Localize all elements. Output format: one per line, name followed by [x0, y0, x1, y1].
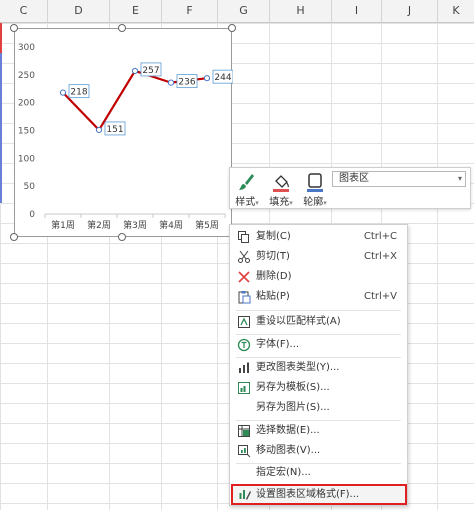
selection-range-edge	[0, 53, 2, 203]
resize-handle-bottom-center[interactable]	[118, 233, 126, 241]
fill-button[interactable]: 填充▾	[266, 170, 296, 208]
data-label: 151	[106, 125, 123, 135]
menu-item-font[interactable]: 字体(F)...	[232, 335, 405, 355]
reset-style-icon	[238, 316, 250, 328]
font-icon	[237, 338, 251, 352]
data-label: 218	[70, 88, 87, 98]
column-header-j[interactable]: J	[382, 0, 438, 22]
delete-x-icon	[238, 271, 250, 283]
y-tick-label: 0	[29, 210, 35, 220]
selection-edge	[0, 23, 2, 53]
save-template-icon	[238, 382, 250, 394]
x-tick-label: 第3周	[123, 219, 147, 231]
chart-element-dropdown[interactable]: 图表区 ▾	[332, 171, 466, 187]
y-tick-label: 150	[18, 127, 35, 137]
menu-item-move-chart[interactable]: 移动图表(V)...	[232, 441, 405, 461]
line-chart[interactable]: 0 50 100 150 200 250 300 第1周 第2周 第3周 第4周 第5周 218 151 2…	[14, 28, 233, 238]
data-point-marker	[131, 67, 139, 75]
column-header-c[interactable]: C	[0, 0, 48, 22]
menu-item-reset-style[interactable]: 重设以匹配样式(A)	[232, 312, 405, 332]
resize-handle-bottom-left[interactable]	[10, 233, 18, 241]
select-data-icon	[238, 425, 250, 437]
y-tick-label: 100	[18, 154, 35, 164]
style-label: 样式	[235, 197, 256, 208]
column-header-g[interactable]: G	[218, 0, 270, 22]
menu-item-change-chart-type[interactable]: 更改图表类型(Y)...	[232, 358, 405, 378]
move-chart-icon	[238, 445, 251, 458]
resize-handle-top-center[interactable]	[118, 24, 126, 32]
data-point-marker	[59, 89, 67, 96]
context-menu: 复制(C) Ctrl+C 剪切(T) Ctrl+X 删除(D) 粘贴(P) Ct…	[229, 224, 408, 506]
menu-item-copy[interactable]: 复制(C) Ctrl+C	[232, 227, 405, 247]
menu-item-select-data[interactable]: 选择数据(E)...	[232, 421, 405, 441]
data-label: 257	[142, 66, 159, 76]
column-header-bar: C D E F G H I J K	[0, 0, 474, 23]
column-header-d[interactable]: D	[48, 0, 110, 22]
menu-item-save-as-template[interactable]: 另存为模板(S)...	[232, 378, 405, 398]
menu-separator	[236, 310, 401, 311]
x-tick-label: 第4周	[159, 219, 183, 231]
y-tick-label: 300	[18, 43, 35, 53]
data-point-marker	[95, 126, 103, 134]
column-header-h[interactable]: H	[270, 0, 332, 22]
brush-icon	[239, 174, 254, 190]
format-area-icon	[239, 490, 251, 500]
x-tick-label: 第1周	[51, 219, 75, 231]
column-header-k[interactable]: K	[438, 0, 474, 22]
resize-handle-top-right[interactable]	[228, 24, 236, 32]
menu-item-assign-macro[interactable]: 指定宏(N)...	[232, 463, 405, 483]
copy-icon	[238, 231, 249, 243]
menu-item-delete[interactable]: 删除(D)	[232, 267, 405, 287]
chart-type-icon	[239, 362, 249, 373]
data-label: 236	[178, 78, 195, 88]
menu-item-format-chart-area[interactable]: 设置图表区域格式(F)...	[231, 484, 407, 505]
data-label: 244	[214, 73, 231, 83]
resize-handle-top-left[interactable]	[10, 24, 18, 32]
chart-plot-area[interactable]: 0 50 100 150 200 250 300 第1周 第2周 第3周 第4周 第5周 218 151 2…	[15, 29, 233, 238]
menu-item-paste[interactable]: 粘贴(P) Ctrl+V	[232, 287, 405, 307]
menu-item-save-as-picture[interactable]: 另存为图片(S)...	[232, 398, 405, 418]
column-header-f[interactable]: F	[162, 0, 218, 22]
fill-label: 填充	[269, 197, 290, 208]
outline-label: 轮廓	[303, 197, 324, 208]
chart-element-value: 图表区	[339, 173, 369, 184]
paste-icon	[238, 291, 251, 304]
y-tick-label: 200	[18, 99, 35, 109]
column-header-e[interactable]: E	[110, 0, 162, 22]
y-tick-label: 250	[18, 71, 35, 81]
menu-item-cut[interactable]: 剪切(T) Ctrl+X	[232, 247, 405, 267]
chevron-down-icon: ▾	[457, 174, 462, 183]
paint-bucket-icon	[273, 175, 290, 192]
scissors-icon	[238, 250, 250, 263]
chart-mini-toolbar: 样式▾ 填充▾ 轮廓▾ 图表区 ▾	[229, 167, 471, 209]
column-header-i[interactable]: I	[332, 0, 382, 22]
x-tick-label: 第2周	[87, 219, 111, 231]
outline-button[interactable]: 轮廓▾	[300, 170, 330, 208]
data-point-marker	[203, 75, 211, 82]
style-button[interactable]: 样式▾	[232, 170, 262, 208]
y-tick-label: 50	[24, 182, 36, 192]
data-point-marker	[167, 79, 175, 86]
outline-icon	[307, 173, 323, 192]
x-tick-label: 第5周	[195, 219, 219, 231]
